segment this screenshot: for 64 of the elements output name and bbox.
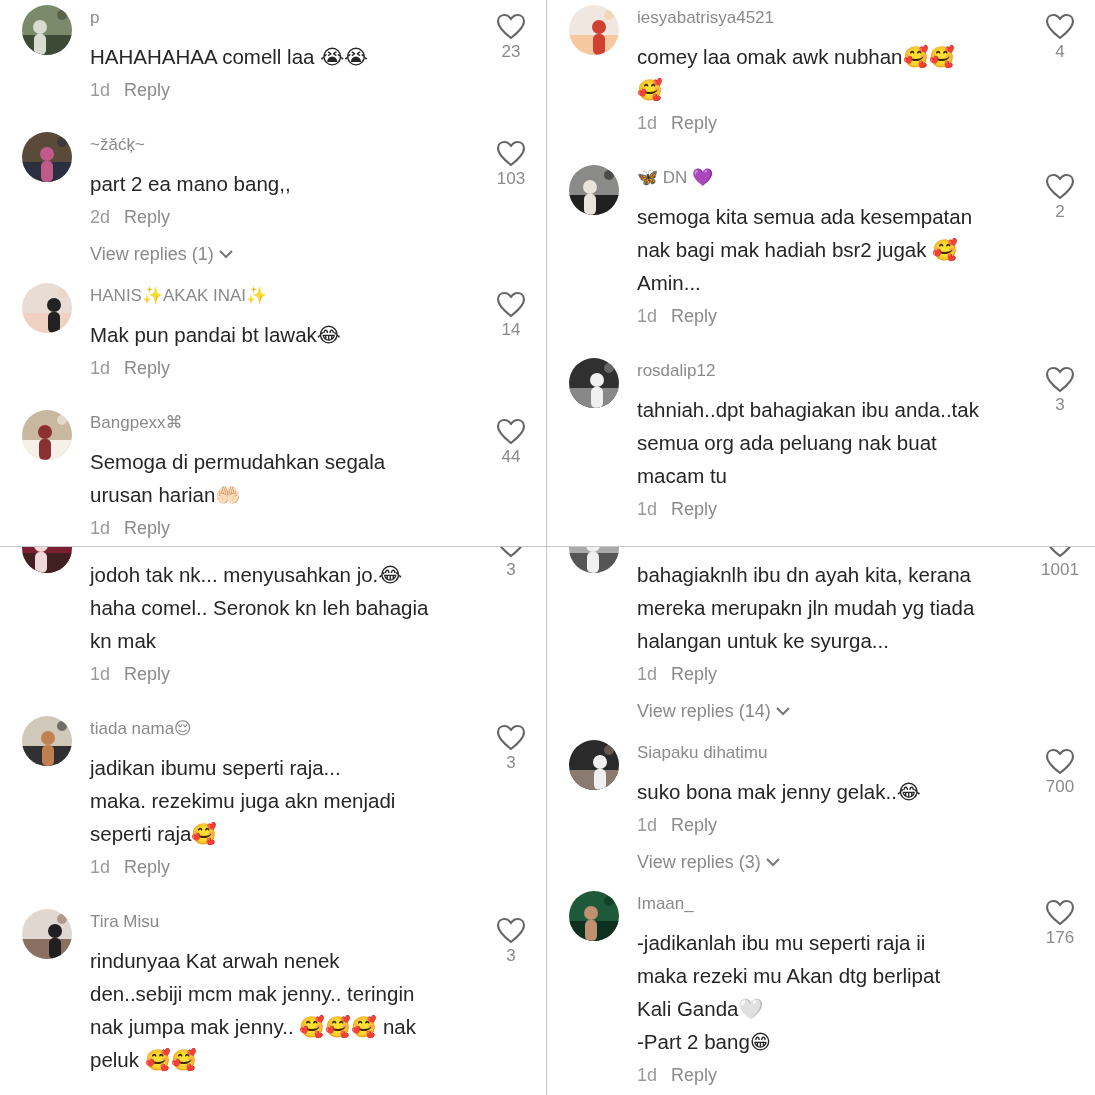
- username[interactable]: Bangpexx⌘: [90, 410, 183, 436]
- username[interactable]: Imaan_: [637, 891, 694, 917]
- like-count: 2: [1055, 202, 1065, 222]
- like-count: 700: [1045, 777, 1075, 797]
- comment-age: 1d: [90, 663, 111, 685]
- reply-link[interactable]: Reply: [671, 1064, 718, 1086]
- reply-link[interactable]: Reply: [671, 498, 718, 520]
- reply-link[interactable]: Reply: [671, 663, 718, 685]
- reply-link[interactable]: Reply: [124, 517, 171, 539]
- comment-age: 1d: [90, 517, 111, 539]
- comment-text: jadikan ibumu seperti raja... maka. rezekimu juga akn menjadi seperti raja🥰: [90, 755, 396, 847]
- username[interactable]: iesyabatrisya4521: [637, 5, 775, 31]
- comment-text: jodoh tak nk... menyusahkan jo.😂 haha comel.. Seronok kn leh bahagia kn mak: [90, 562, 429, 654]
- like-count: 3: [506, 753, 516, 773]
- comment-text: bahagiaknlh ibu dn ayah kita, kerana mereka merupakn jln mudah yg tiada halangan untuk ke syurga...: [637, 562, 975, 654]
- comment-age: 2d: [90, 206, 111, 228]
- comment-text: semoga kita semua ada kesempatan nak bagi mak hadiah bsr2 jugak 🥰 Amin...: [637, 204, 973, 296]
- reply-link[interactable]: Reply: [124, 206, 171, 228]
- comment-age: 1d: [90, 856, 111, 878]
- comment-age: 1d: [637, 498, 658, 520]
- comment-text: comey laa omak awk nubhan🥰🥰 🥰: [637, 44, 955, 103]
- like-count: 23: [501, 42, 521, 62]
- comment-text: part 2 ea mano bang,,: [90, 171, 291, 197]
- comment-age: 1d: [637, 1064, 658, 1086]
- reply-link[interactable]: Reply: [671, 305, 718, 327]
- comment-text: rindunyaa Kat arwah nenek den..sebiji mcm mak jenny.. teringin nak jumpa mak jenny.. 🥰🥰🥰 nak peluk 🥰🥰: [90, 948, 417, 1073]
- reply-link[interactable]: Reply: [124, 856, 171, 878]
- username[interactable]: Siapaku dihatimu: [637, 740, 768, 766]
- reply-link[interactable]: Reply: [124, 357, 171, 379]
- view-replies-link[interactable]: View replies (1): [90, 236, 234, 272]
- comment-age: 1d: [90, 357, 111, 379]
- like-count: 3: [506, 560, 516, 580]
- comment-text: Mak pun pandai bt lawak😂: [90, 322, 341, 348]
- view-replies-link[interactable]: View replies (3): [637, 844, 781, 880]
- view-replies-link[interactable]: View replies (14): [637, 693, 791, 729]
- comment-age: 1d: [637, 663, 658, 685]
- reply-link[interactable]: Reply: [124, 663, 171, 685]
- like-count: 3: [1055, 395, 1065, 415]
- like-count: 1001: [1041, 560, 1079, 580]
- comment-age: 1d: [637, 814, 658, 836]
- like-count: 4: [1055, 42, 1065, 62]
- like-count: 14: [501, 320, 521, 340]
- username[interactable]: ~žăćķ~: [90, 132, 145, 158]
- username[interactable]: p: [90, 5, 100, 31]
- like-count: 103: [496, 169, 526, 189]
- comment-text: suko bona mak jenny gelak..😂: [637, 779, 921, 805]
- username[interactable]: Tira Misu: [90, 909, 160, 935]
- like-count: 3: [506, 946, 516, 966]
- comment-text: Semoga di permudahkan segala urusan harian🤲🏻: [90, 449, 386, 508]
- comment-text: -jadikanlah ibu mu seperti raja ii maka rezeki mu Akan dtg berlipat Kali Ganda🤍 -Part 2 bang😁: [637, 930, 941, 1055]
- username[interactable]: tiada nama😌: [90, 716, 192, 742]
- comment-age: 1d: [637, 112, 658, 134]
- comment-age: 1d: [637, 305, 658, 327]
- username[interactable]: rosdalip12: [637, 358, 716, 384]
- reply-link[interactable]: Reply: [124, 79, 171, 101]
- like-count: 176: [1045, 928, 1075, 948]
- like-count: 44: [501, 447, 521, 467]
- comment-text: tahniah..dpt bahagiakan ibu anda..tak semua org ada peluang nak buat macam tu: [637, 397, 979, 489]
- username[interactable]: 🦋 DN 💜: [637, 165, 713, 191]
- comment-age: 1d: [90, 79, 111, 101]
- comment-text: HAHAHAHAA comell laa 😭😭: [90, 44, 369, 70]
- username[interactable]: HANIS✨AKAK INAI✨: [90, 283, 268, 309]
- reply-link[interactable]: Reply: [671, 112, 718, 134]
- reply-link[interactable]: Reply: [671, 814, 718, 836]
